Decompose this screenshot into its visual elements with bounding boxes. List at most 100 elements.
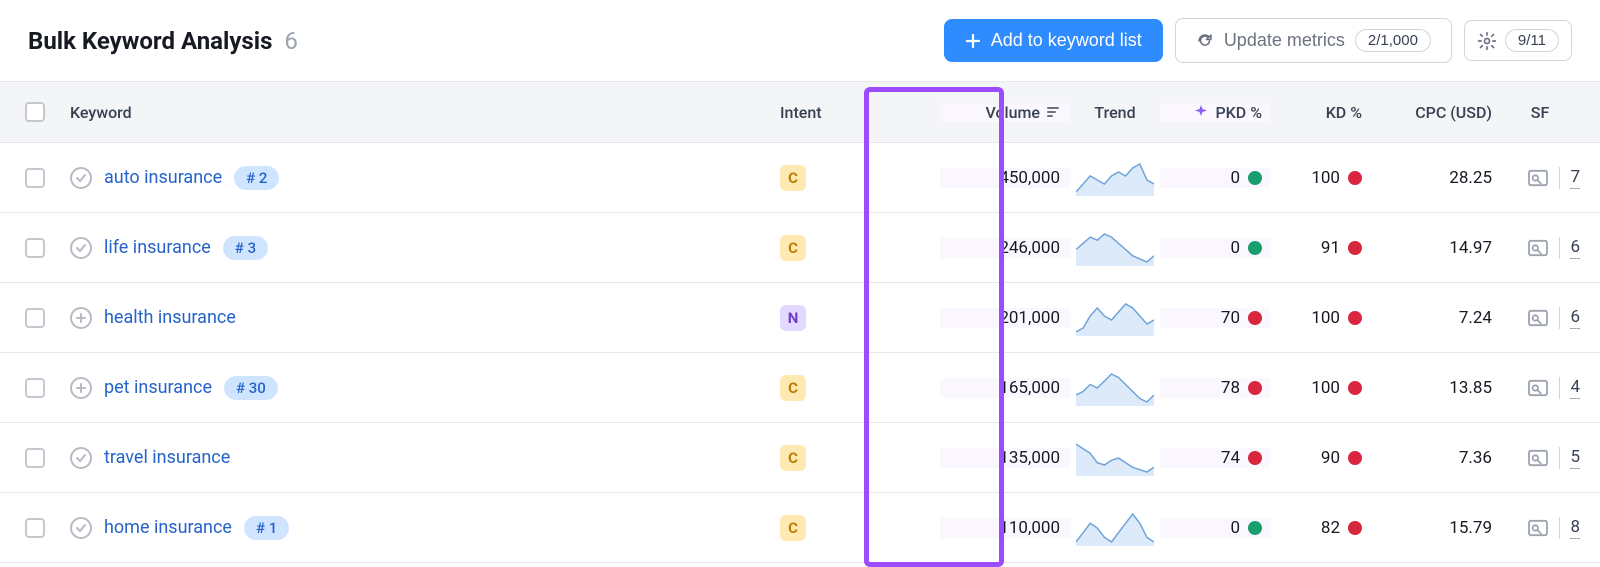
volume-cell: 246,000 [940,238,1070,258]
add-button-label: Add to keyword list [991,30,1142,51]
col-pkd[interactable]: PKD % [1193,103,1262,122]
intent-badge: C [780,375,806,401]
row-checkbox[interactable] [25,378,45,398]
pkd-cell: 74 [1160,448,1270,468]
kd-dot-icon [1348,171,1362,185]
plus-icon [965,33,981,49]
refresh-icon [1196,32,1214,50]
col-volume[interactable]: Volume [940,103,1060,122]
sort-desc-icon [1046,105,1060,119]
keyword-link[interactable]: life insurance [104,237,211,258]
kd-cell: 100 [1270,308,1370,328]
row-checkbox[interactable] [25,448,45,468]
pkd-dot-icon [1248,311,1262,325]
cpc-cell: 13.85 [1370,378,1500,398]
keyword-link[interactable]: travel insurance [104,447,230,468]
trend-sparkline [1076,300,1154,336]
pkd-dot-icon [1248,451,1262,465]
sf-count[interactable]: 5 [1570,447,1580,469]
trend-sparkline [1076,230,1154,266]
serp-features-icon[interactable] [1527,309,1549,327]
keyword-link[interactable]: health insurance [104,307,236,328]
table-row: auto insurance # 2 C 450,000 0 100 28.25… [0,143,1600,213]
trend-sparkline [1076,440,1154,476]
serp-features-icon[interactable] [1527,169,1549,187]
table-row: home insurance # 1 C 110,000 0 82 15.79 … [0,493,1600,563]
pkd-cell: 0 [1160,518,1270,538]
rank-badge: # 1 [244,516,289,540]
sf-count[interactable]: 6 [1570,237,1580,259]
pkd-cell: 70 [1160,308,1270,328]
volume-cell: 110,000 [940,518,1070,538]
plus-circle-icon[interactable] [70,377,92,399]
serp-features-icon[interactable] [1527,239,1549,257]
pkd-cell: 0 [1160,238,1270,258]
col-cpc[interactable]: CPC (USD) [1415,103,1492,122]
sf-count[interactable]: 4 [1570,377,1580,399]
sf-count[interactable]: 7 [1570,167,1580,189]
trend-sparkline [1076,510,1154,546]
plus-circle-icon[interactable] [70,307,92,329]
serp-features-icon[interactable] [1527,379,1549,397]
select-all-checkbox[interactable] [25,102,45,122]
col-sf[interactable]: SF [1531,103,1550,122]
intent-badge: C [780,165,806,191]
trend-sparkline [1076,160,1154,196]
col-keyword[interactable]: Keyword [70,103,132,122]
sf-count[interactable]: 8 [1570,517,1580,539]
update-metrics-button[interactable]: Update metrics 2/1,000 [1175,18,1452,63]
sf-divider [1559,517,1560,539]
kd-cell: 82 [1270,518,1370,538]
rank-badge: # 3 [223,236,268,260]
row-checkbox[interactable] [25,308,45,328]
trend-sparkline [1076,370,1154,406]
keyword-link[interactable]: auto insurance [104,167,222,188]
pkd-cell: 78 [1160,378,1270,398]
col-trend[interactable]: Trend [1094,103,1135,122]
cpc-cell: 14.97 [1370,238,1500,258]
sf-divider [1559,237,1560,259]
sf-divider [1559,167,1560,189]
table-row: pet insurance # 30 C 165,000 78 100 13.8… [0,353,1600,423]
kd-dot-icon [1348,381,1362,395]
keyword-link[interactable]: pet insurance [104,377,212,398]
page-title: Bulk Keyword Analysis 6 [28,27,298,55]
add-to-keyword-list-button[interactable]: Add to keyword list [944,19,1163,62]
check-circle-icon[interactable] [70,167,92,189]
update-button-label: Update metrics [1224,30,1345,51]
page-header: Bulk Keyword Analysis 6 Add to keyword l… [0,0,1600,81]
rank-badge: # 30 [224,376,278,400]
row-checkbox[interactable] [25,518,45,538]
sf-count[interactable]: 6 [1570,307,1580,329]
title-text: Bulk Keyword Analysis [28,27,272,55]
sf-divider [1559,307,1560,329]
pkd-cell: 0 [1160,168,1270,188]
volume-cell: 135,000 [940,448,1070,468]
sf-divider [1559,447,1560,469]
serp-features-icon[interactable] [1527,449,1549,467]
table-header-row: Keyword Intent Volume Trend PKD % KD % C… [0,81,1600,143]
table-row: life insurance # 3 C 246,000 0 91 14.97 … [0,213,1600,283]
keyword-link[interactable]: home insurance [104,517,232,538]
table-row: health insurance N 201,000 70 100 7.24 6 [0,283,1600,353]
check-circle-icon[interactable] [70,517,92,539]
cpc-cell: 7.36 [1370,448,1500,468]
intent-badge: C [780,515,806,541]
serp-features-icon[interactable] [1527,519,1549,537]
check-circle-icon[interactable] [70,447,92,469]
col-kd[interactable]: KD % [1326,103,1362,122]
title-count: 6 [284,27,298,55]
check-circle-icon[interactable] [70,237,92,259]
volume-cell: 450,000 [940,168,1070,188]
sparkle-icon [1193,104,1209,120]
kd-cell: 90 [1270,448,1370,468]
kd-cell: 91 [1270,238,1370,258]
settings-count-pill: 9/11 [1505,29,1559,52]
row-checkbox[interactable] [25,238,45,258]
kd-cell: 100 [1270,168,1370,188]
row-checkbox[interactable] [25,168,45,188]
settings-button[interactable]: 9/11 [1464,20,1572,61]
cpc-cell: 7.24 [1370,308,1500,328]
gear-icon [1477,31,1497,51]
col-intent[interactable]: Intent [780,103,822,122]
